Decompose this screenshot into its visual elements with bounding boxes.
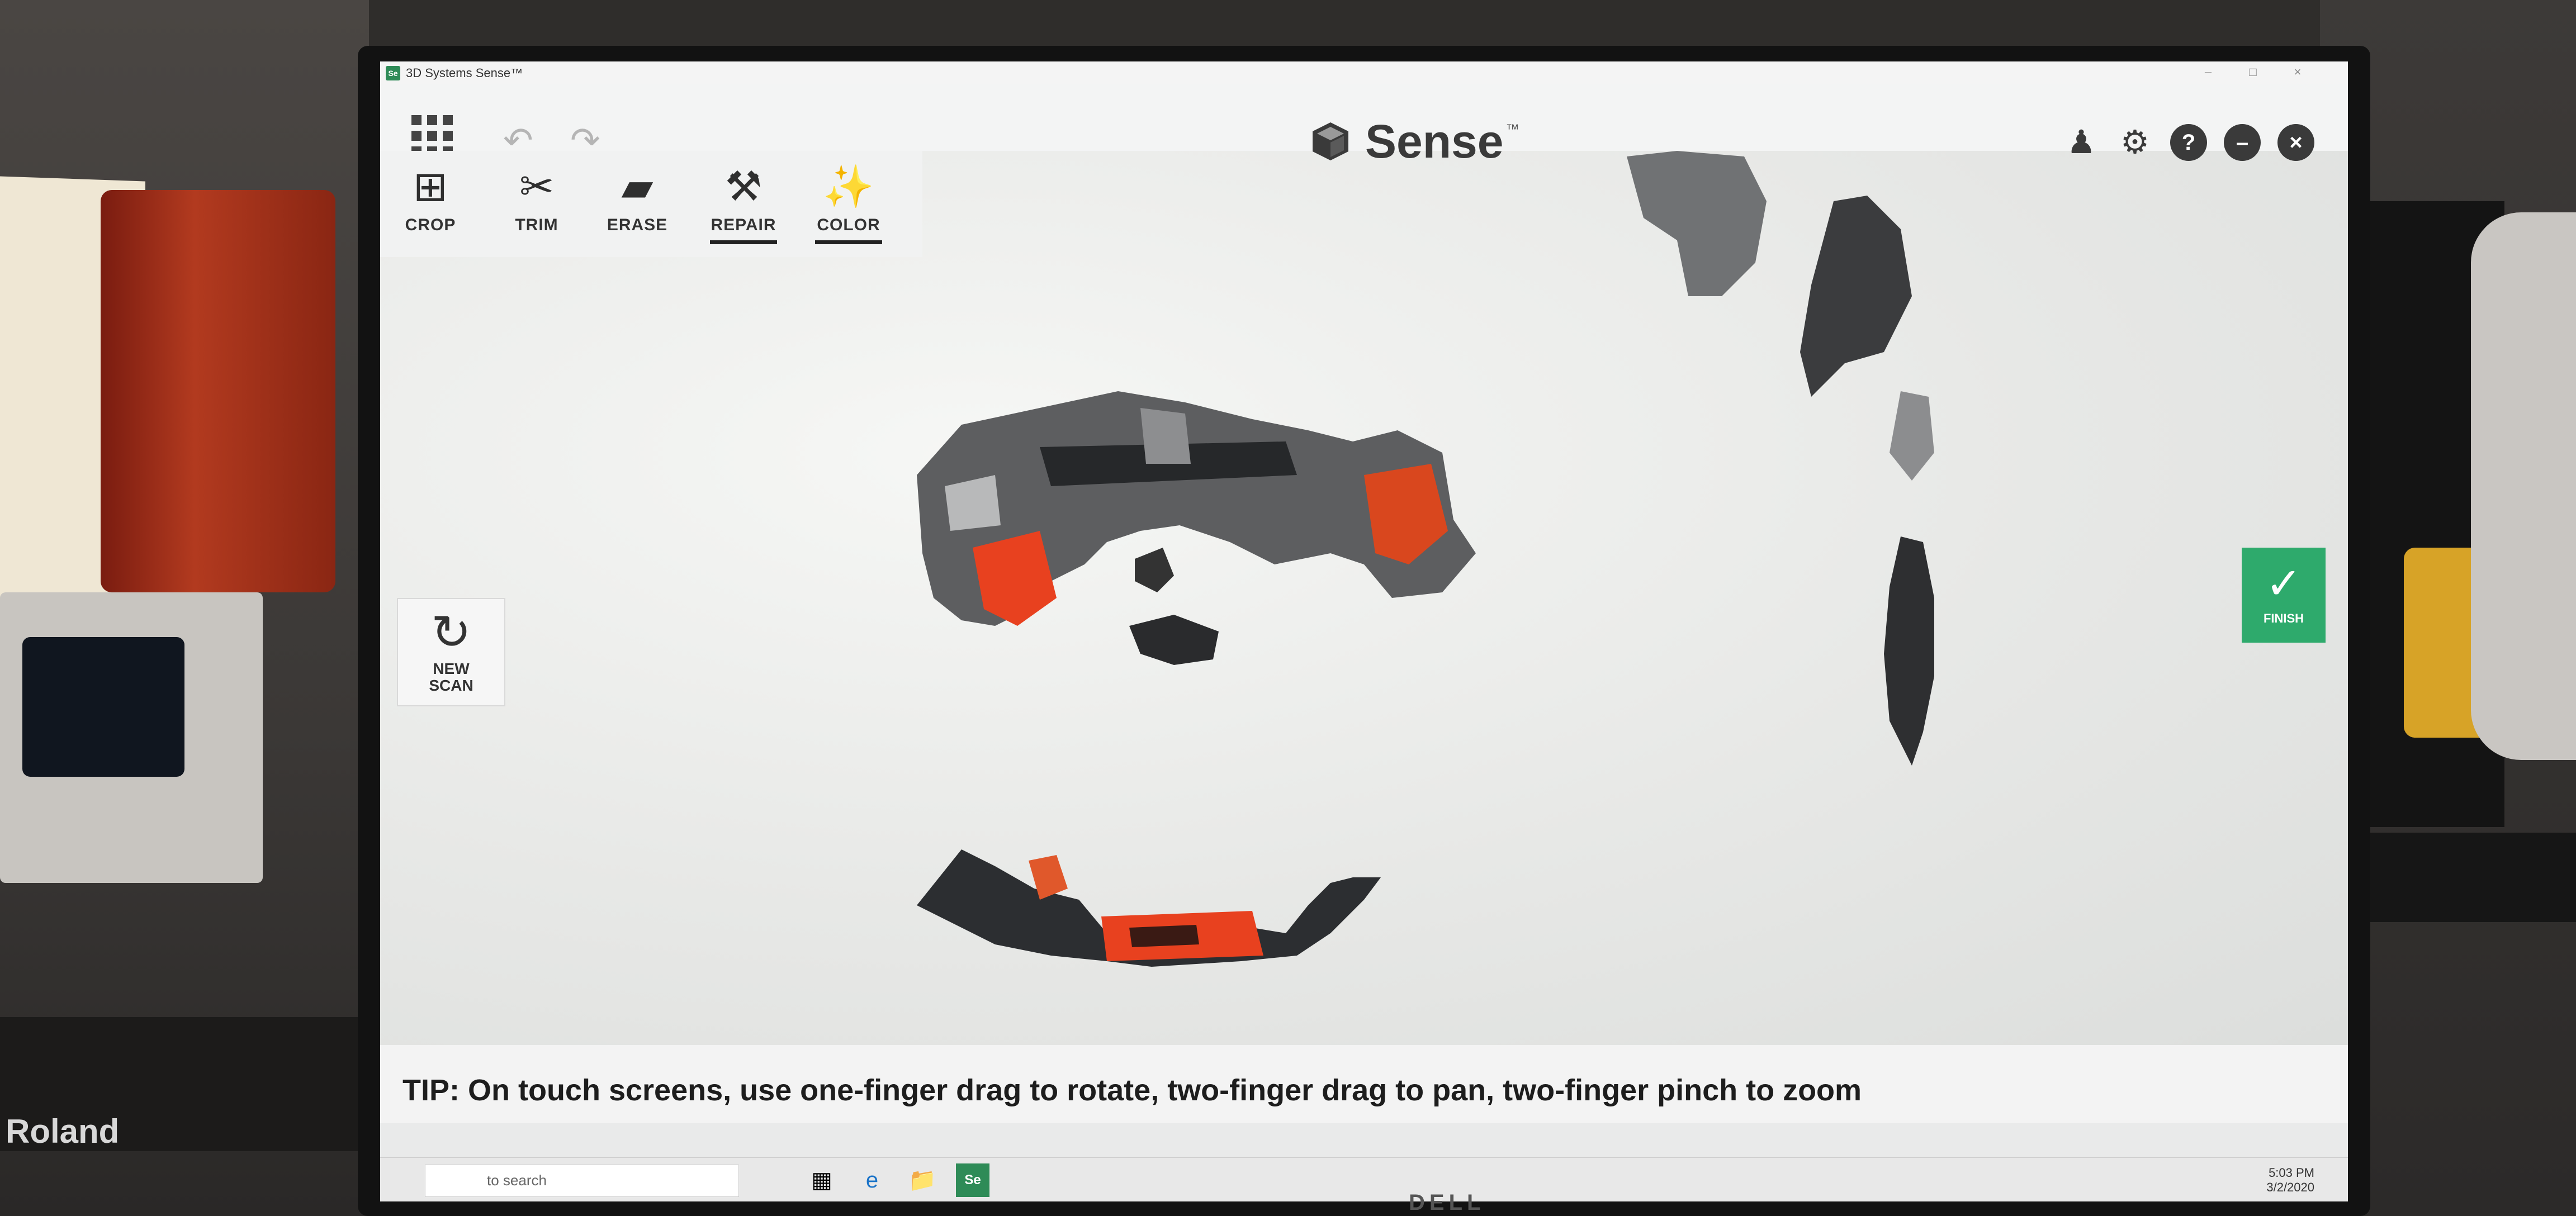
repair-tool[interactable]: ⚒ REPAIR (699, 160, 788, 244)
finish-label: FINISH (2263, 611, 2304, 625)
printer-cover (101, 190, 335, 592)
taskbar-search-placeholder: to search (487, 1172, 547, 1189)
color-label: COLOR (817, 216, 880, 234)
sense-logo: Sense ™ (1308, 115, 1519, 168)
close-icon[interactable]: × (2277, 124, 2314, 161)
crop-label: CROP (405, 216, 456, 234)
crop-icon: ⊞ (413, 163, 448, 210)
trim-label: TRIM (515, 216, 558, 234)
app-screen: Se 3D Systems Sense™ – □ × ↶ ↷ Sense ™ ♟… (380, 61, 2348, 1201)
clock-date: 3/2/2020 (2266, 1180, 2314, 1194)
account-icon[interactable]: ♟ (2063, 124, 2100, 161)
settings-icon[interactable]: ⚙ (2116, 124, 2153, 161)
scan-fragment-blob (1135, 548, 1174, 592)
erase-label: ERASE (607, 216, 668, 234)
file-explorer-icon[interactable]: 📁 (906, 1163, 939, 1197)
window-title: 3D Systems Sense™ (406, 66, 523, 80)
new-scan-label-line2: SCAN (429, 677, 473, 694)
keyboard (2359, 833, 2576, 922)
window-maximize-button[interactable]: □ (2242, 65, 2264, 79)
checkmark-icon: ✓ (2265, 559, 2302, 608)
scissors-icon: ✂ (519, 163, 554, 210)
window-close-button[interactable]: × (2286, 65, 2309, 79)
app-header: ↶ ↷ Sense ™ ♟ ⚙ ? – × (380, 84, 2348, 168)
clock-time: 5:03 PM (2269, 1166, 2314, 1180)
roland-label: Roland (6, 1113, 120, 1150)
crop-tool[interactable]: ⊞ CROP (386, 160, 475, 235)
brand-name: Sense (1365, 115, 1504, 168)
sense-taskbar-icon[interactable]: Se (956, 1163, 989, 1197)
help-icon[interactable]: ? (2170, 124, 2207, 161)
taskbar-search[interactable]: to search (425, 1165, 739, 1197)
scan-fragment-right (1627, 151, 1934, 766)
minimize-icon[interactable]: – (2224, 124, 2261, 161)
3d-systems-cube-icon (1313, 122, 1348, 160)
task-view-icon[interactable]: ▦ (805, 1163, 839, 1197)
white-cylinder (2471, 212, 2576, 760)
trim-tool[interactable]: ✂ TRIM (492, 160, 581, 235)
scan-fragment-upper (917, 391, 1476, 626)
color-active-indicator (815, 240, 882, 244)
edit-tools-panel: ⊞ CROP ✂ TRIM ▰ ERASE ⚒ REPAIR ✨ COLOR (380, 151, 922, 257)
new-scan-label-line1: NEW (433, 660, 470, 677)
repair-label: REPAIR (711, 216, 776, 234)
window-title-bar: Se 3D Systems Sense™ – □ × (380, 61, 2348, 84)
tip-text: TIP: On touch screens, use one-finger dr… (402, 1074, 1862, 1107)
system-tray[interactable]: 5:03 PM 3/2/2020 (2169, 1166, 2314, 1195)
repair-active-indicator (710, 240, 777, 244)
eraser-icon: ▰ (621, 163, 654, 210)
scan-fragment-small (1129, 615, 1219, 665)
finish-button[interactable]: ✓ FINISH (2242, 548, 2326, 643)
monitor-brand-logo: DELL (1409, 1190, 1485, 1215)
magic-wand-icon: ✨ (822, 163, 875, 210)
printer-screen (22, 637, 184, 777)
header-actions: ♟ ⚙ ? – × (2063, 124, 2314, 161)
scan-fragment-lower (917, 849, 1381, 967)
windows-taskbar: to search ▦ e 📁 Se 5:03 PM 3/2/2020 (380, 1157, 2348, 1201)
app-small-icon: Se (386, 66, 400, 80)
color-tool[interactable]: ✨ COLOR (804, 160, 893, 244)
tip-bar: TIP: On touch screens, use one-finger dr… (380, 1045, 2348, 1123)
window-minimize-button[interactable]: – (2197, 65, 2219, 79)
edge-browser-icon[interactable]: e (855, 1163, 889, 1197)
restart-icon: ↻ (430, 606, 472, 659)
brand-trademark: ™ (1505, 122, 1519, 137)
new-scan-button[interactable]: ↻ NEW SCAN (397, 598, 505, 706)
erase-tool[interactable]: ▰ ERASE (593, 160, 682, 235)
screwdriver-icon: ⚒ (724, 163, 763, 210)
